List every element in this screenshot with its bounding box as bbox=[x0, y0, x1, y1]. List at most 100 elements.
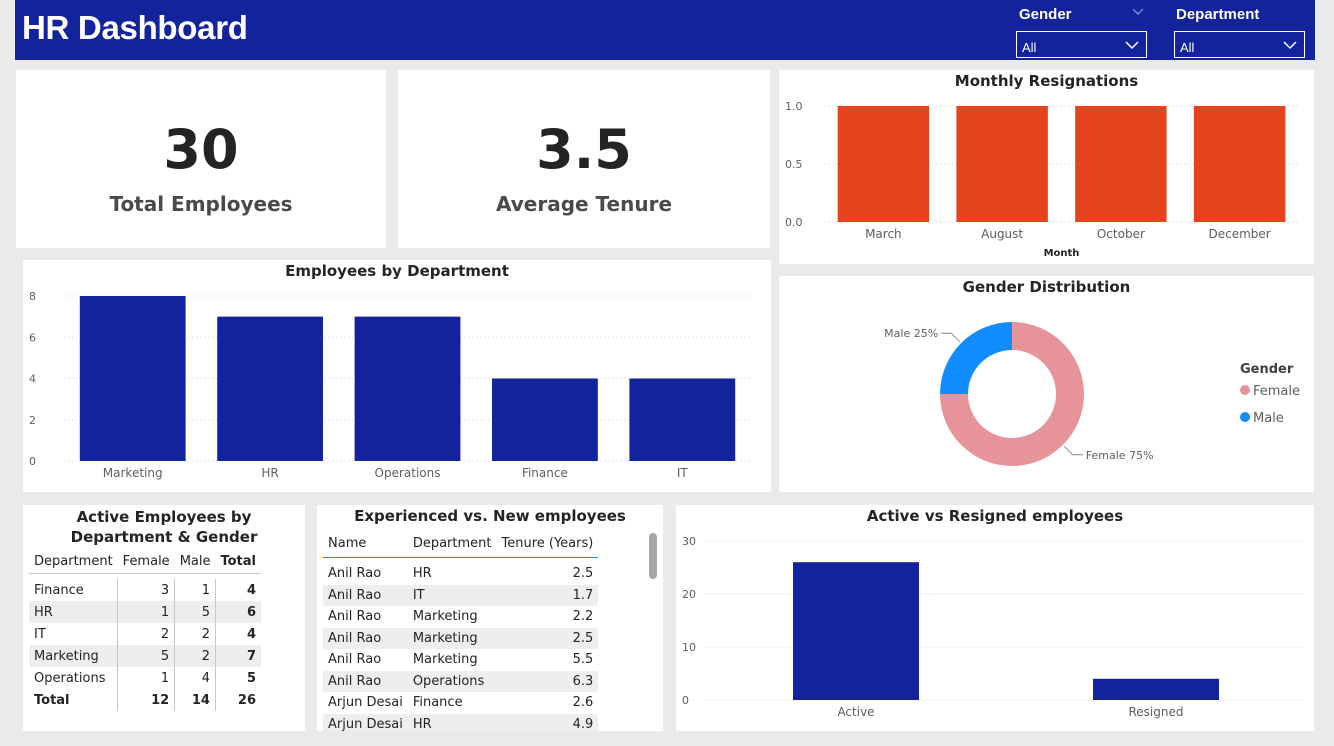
table-cell: Anil Rao bbox=[323, 584, 408, 606]
employees-by-department-chart[interactable]: 0 2 4 6 8 Marketing HR Operations Finance IT bbox=[23, 260, 771, 492]
x-tick-label: March bbox=[865, 227, 902, 241]
leader-line bbox=[1063, 445, 1083, 456]
y-tick-label: 2 bbox=[29, 414, 36, 427]
header-bar: HR Dashboard Gender All Department All bbox=[15, 0, 1315, 60]
table-cell: 5.5 bbox=[572, 652, 594, 668]
legend-item[interactable]: Male bbox=[1253, 411, 1284, 426]
table-row[interactable]: Arjun Desai Finance 2.6 bbox=[323, 692, 598, 714]
table-row[interactable]: IT 2 2 4 bbox=[29, 623, 261, 645]
kpi-value: 30 bbox=[163, 118, 239, 181]
gender-slicer-value: All bbox=[1022, 40, 1037, 55]
legend-item[interactable]: Female bbox=[1253, 384, 1300, 399]
table-row[interactable]: Anil Rao Marketing 5.5 bbox=[323, 649, 598, 671]
gender-distribution-chart[interactable]: Female 75% Male 25% Gender Female Male bbox=[779, 276, 1314, 492]
kpi-card-total-employees[interactable]: 30 Total Employees bbox=[16, 70, 386, 248]
table-header-row: Name Department Tenure (Years) bbox=[323, 531, 599, 557]
chevron-down-icon bbox=[1125, 41, 1139, 50]
bar[interactable] bbox=[492, 378, 598, 462]
y-tick-label: 4 bbox=[29, 373, 36, 386]
y-tick-label: 30 bbox=[682, 535, 696, 548]
y-tick-label: 0.0 bbox=[785, 216, 803, 229]
table-cell: 6.3 bbox=[496, 670, 599, 692]
kpi-card-average-tenure[interactable]: 3.5 Average Tenure bbox=[398, 70, 770, 248]
table-row[interactable]: Anil Rao Marketing 2.5 bbox=[323, 627, 599, 649]
employees-by-department-card[interactable]: Employees by Department 0 2 4 6 8 Marketing HR… bbox=[23, 260, 771, 492]
matrix-cell: 4 bbox=[174, 667, 216, 689]
table-row[interactable]: Finance 3 1 4 bbox=[29, 579, 261, 601]
x-tick-label: Finance bbox=[522, 466, 568, 480]
table-cell: Arjun Desai bbox=[323, 713, 408, 731]
x-tick-label: Operations bbox=[375, 466, 441, 480]
table-row[interactable]: HR 1 5 6 bbox=[29, 601, 261, 623]
y-tick-label: 6 bbox=[29, 331, 36, 344]
table-cell: Marketing bbox=[407, 627, 497, 649]
active-vs-resigned-chart[interactable]: 0 10 20 30 Active Resigned bbox=[676, 505, 1314, 731]
matrix-col-header[interactable]: Department bbox=[29, 551, 118, 573]
gender-distribution-card[interactable]: Gender Distribution Female 75% Male 25% Ge… bbox=[779, 276, 1314, 492]
matrix-cell: 4 bbox=[214, 623, 261, 645]
matrix-total-row[interactable]: Total 12 14 26 bbox=[29, 689, 261, 711]
active-employees-matrix-card[interactable]: Active Employees by Department & Gender … bbox=[23, 505, 305, 731]
table-cell: 2.5 bbox=[496, 627, 599, 649]
table-row[interactable]: Anil Rao HR 2.5 bbox=[323, 563, 598, 585]
bar[interactable] bbox=[217, 316, 323, 461]
bar[interactable] bbox=[793, 562, 919, 700]
bar[interactable] bbox=[1193, 106, 1286, 222]
table-row[interactable]: Anil Rao Marketing 2.2 bbox=[323, 606, 598, 628]
bar[interactable] bbox=[79, 296, 186, 461]
table-title: Experienced vs. New employees bbox=[354, 507, 626, 525]
slice-data-label: Male 25% bbox=[884, 327, 938, 340]
experienced-vs-new-card[interactable]: Experienced vs. New employees Name Depar… bbox=[317, 505, 663, 731]
y-tick-label: 10 bbox=[682, 641, 696, 654]
chevron-down-icon bbox=[1283, 41, 1297, 50]
matrix-cell: 12 bbox=[117, 689, 175, 711]
matrix-cell: 2 bbox=[117, 623, 175, 645]
matrix-cell: Operations bbox=[34, 670, 106, 686]
table-col-header[interactable]: Tenure (Years) bbox=[497, 531, 599, 557]
matrix-col-header[interactable]: Male bbox=[175, 551, 216, 573]
bar[interactable] bbox=[1093, 678, 1219, 700]
x-tick-label: August bbox=[981, 227, 1023, 241]
table-scrollbar-thumb[interactable] bbox=[649, 533, 657, 579]
matrix-cell: 6 bbox=[214, 601, 261, 623]
gender-slicer-dropdown[interactable]: All bbox=[1016, 31, 1147, 58]
x-tick-label: Marketing bbox=[103, 466, 163, 480]
table-cell: Operations bbox=[407, 670, 497, 692]
table-row[interactable]: Anil Rao IT 1.7 bbox=[323, 584, 599, 606]
active-vs-resigned-card[interactable]: Active vs Resigned employees 0 10 20 30 Acti… bbox=[676, 505, 1314, 731]
matrix-cell: HR bbox=[29, 601, 118, 623]
table-row[interactable]: Arjun Desai HR 4.9 bbox=[323, 713, 599, 731]
bar[interactable] bbox=[837, 106, 930, 222]
table-col-header[interactable]: Name bbox=[323, 531, 408, 557]
department-slicer-value: All bbox=[1180, 40, 1195, 55]
bar[interactable] bbox=[956, 106, 1048, 222]
gender-slicer-label: Gender bbox=[1019, 6, 1072, 23]
bar[interactable] bbox=[629, 378, 736, 462]
matrix-col-header[interactable]: Total bbox=[215, 551, 261, 573]
table-row[interactable]: Marketing 5 2 7 bbox=[29, 645, 261, 667]
table-cell: Finance bbox=[412, 695, 463, 711]
department-slicer-label: Department bbox=[1176, 6, 1260, 23]
legend-marker[interactable] bbox=[1240, 385, 1250, 395]
matrix-cell: 5 bbox=[117, 645, 175, 667]
table-col-header[interactable]: Department bbox=[408, 531, 497, 557]
matrix-col-header[interactable]: Female bbox=[118, 551, 175, 573]
table-row[interactable]: Anil Rao Operations 6.3 bbox=[323, 670, 599, 692]
bar[interactable] bbox=[354, 316, 461, 461]
x-tick-label: December bbox=[1209, 227, 1271, 241]
y-tick-label: 1.0 bbox=[785, 100, 803, 113]
y-tick-label: 8 bbox=[29, 290, 36, 303]
table-cell: Anil Rao bbox=[323, 627, 408, 649]
bar[interactable] bbox=[1075, 106, 1167, 222]
chevron-down-icon[interactable] bbox=[1131, 6, 1145, 18]
legend-marker[interactable] bbox=[1240, 412, 1250, 422]
table-row[interactable]: Operations 1 4 5 bbox=[29, 667, 261, 689]
matrix-cell: 5 bbox=[174, 601, 216, 623]
matrix-cell: Total bbox=[34, 692, 70, 708]
monthly-resignations-chart[interactable]: 0.0 0.5 1.0 March August October December Month bbox=[779, 70, 1314, 264]
monthly-resignations-card[interactable]: Monthly Resignations 0.0 0.5 1.0 March Augus… bbox=[779, 70, 1314, 264]
y-tick-label: 20 bbox=[682, 588, 696, 601]
department-slicer-dropdown[interactable]: All bbox=[1174, 31, 1305, 58]
table-cell: 2.6 bbox=[572, 695, 594, 711]
department-gender-matrix: Department Female Male Total Finance 3 1… bbox=[29, 551, 261, 711]
